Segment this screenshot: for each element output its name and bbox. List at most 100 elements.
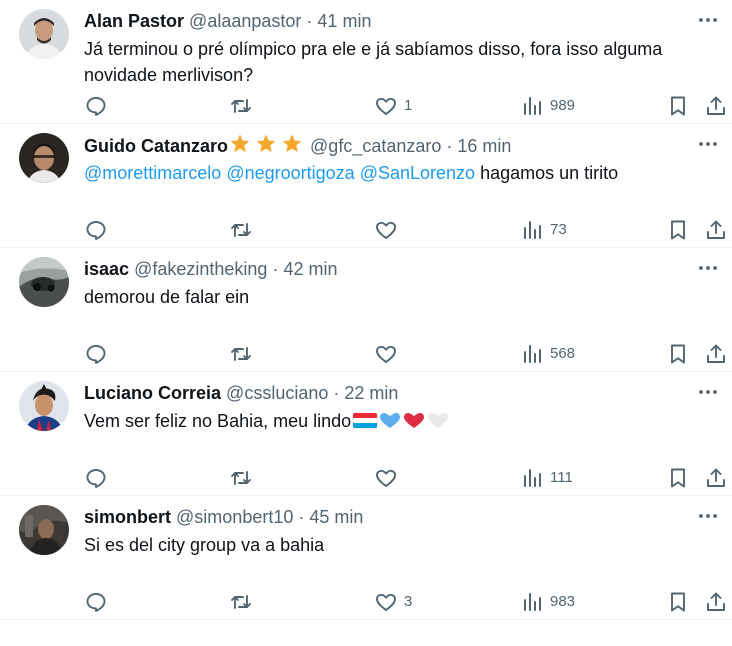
user-handle[interactable]: @gfc_catanzaro	[310, 136, 441, 156]
tweet-text-tail: hagamos un tirito	[480, 163, 619, 183]
like-button[interactable]: 3	[374, 589, 412, 615]
more-icon[interactable]	[696, 8, 720, 32]
reply-icon	[84, 590, 108, 614]
display-name[interactable]: Luciano Correia	[84, 383, 221, 403]
reply-icon	[84, 342, 108, 366]
user-handle[interactable]: @fakezintheking	[134, 259, 267, 279]
timestamp[interactable]: 42 min	[283, 259, 337, 279]
retweet-icon	[229, 94, 253, 118]
tweet[interactable]: Luciano Correia @cssluciano · 22 min Vem…	[0, 372, 732, 496]
tweet-header: simonbert @simonbert10 · 45 min	[84, 505, 672, 529]
share-button[interactable]	[704, 589, 728, 615]
views-button[interactable]: 568	[520, 341, 575, 367]
avatar[interactable]	[19, 505, 69, 555]
share-button[interactable]	[704, 93, 728, 119]
tweet-text: Já terminou o pré olímpico pra ele e já …	[84, 39, 663, 85]
bookmark-button[interactable]	[666, 341, 690, 367]
like-count: 3	[404, 593, 413, 610]
heart-icon	[374, 466, 398, 490]
avatar[interactable]	[19, 381, 69, 431]
like-count: 1	[404, 97, 413, 114]
bookmark-button[interactable]	[666, 93, 690, 119]
views-icon	[520, 466, 544, 490]
retweet-button[interactable]	[229, 465, 253, 491]
view-count: 983	[550, 593, 576, 610]
like-button[interactable]	[374, 465, 404, 491]
share-icon	[704, 342, 728, 366]
user-handle[interactable]: @simonbert10	[176, 507, 293, 527]
like-button[interactable]: 1	[374, 93, 412, 119]
retweet-button[interactable]	[229, 217, 253, 243]
timestamp[interactable]: 45 min	[309, 507, 363, 527]
share-icon	[704, 94, 728, 118]
views-icon	[520, 218, 544, 242]
share-button[interactable]	[704, 465, 728, 491]
avatar[interactable]	[19, 257, 69, 307]
share-icon	[704, 466, 728, 490]
bookmark-button[interactable]	[666, 465, 690, 491]
retweet-button[interactable]	[229, 589, 253, 615]
user-handle[interactable]: @alaanpastor	[189, 11, 301, 31]
reply-button[interactable]	[84, 93, 108, 119]
share-button[interactable]	[704, 341, 728, 367]
timestamp[interactable]: 16 min	[457, 136, 511, 156]
more-icon[interactable]	[696, 132, 720, 156]
heart-icon	[374, 94, 398, 118]
reply-button[interactable]	[84, 217, 108, 243]
views-icon	[520, 94, 544, 118]
views-button[interactable]: 983	[520, 589, 575, 615]
like-button[interactable]	[374, 341, 404, 367]
action-bar: 568	[0, 341, 732, 367]
action-bar: 1 989	[0, 93, 732, 119]
display-name[interactable]: isaac	[84, 259, 129, 279]
more-icon[interactable]	[696, 256, 720, 280]
reply-icon	[84, 218, 108, 242]
reply-button[interactable]	[84, 465, 108, 491]
bookmark-button[interactable]	[666, 589, 690, 615]
tweet-text: Vem ser feliz no Bahia, meu lindo	[84, 411, 352, 431]
views-button[interactable]: 989	[520, 93, 575, 119]
bookmark-button[interactable]	[666, 217, 690, 243]
separator: ·	[272, 259, 279, 279]
tweet-header: Guido Catanzaro @gfc_catanzaro · 16 min	[84, 133, 672, 157]
share-icon	[704, 218, 728, 242]
tweet-header: isaac @fakezintheking · 42 min	[84, 257, 672, 281]
star-badges	[229, 133, 303, 161]
bookmark-icon	[666, 590, 690, 614]
display-name[interactable]: simonbert	[84, 507, 171, 527]
tweet[interactable]: Guido Catanzaro @gfc_catanzaro · 16 min …	[0, 124, 732, 248]
views-icon	[520, 590, 544, 614]
retweet-button[interactable]	[229, 341, 253, 367]
mention-link[interactable]: @negroortigoza	[226, 163, 354, 183]
reply-button[interactable]	[84, 589, 108, 615]
timestamp[interactable]: 41 min	[317, 11, 371, 31]
avatar[interactable]	[19, 9, 69, 59]
more-icon[interactable]	[696, 504, 720, 528]
bookmark-icon	[666, 342, 690, 366]
user-handle[interactable]: @cssluciano	[226, 383, 328, 403]
bookmark-icon	[666, 466, 690, 490]
action-bar: 3 983	[0, 589, 732, 615]
timestamp[interactable]: 22 min	[344, 383, 398, 403]
tweet[interactable]: simonbert @simonbert10 · 45 min Si es de…	[0, 496, 732, 620]
reply-feed: Alan Pastor @alaanpastor · 41 min Já ter…	[0, 0, 732, 620]
views-button[interactable]: 73	[520, 217, 567, 243]
mention-link[interactable]: @morettimarcelo	[84, 163, 221, 183]
views-button[interactable]: 111	[520, 465, 573, 491]
tweet[interactable]: Alan Pastor @alaanpastor · 41 min Já ter…	[0, 0, 732, 124]
display-name[interactable]: Alan Pastor	[84, 11, 184, 31]
view-count: 73	[550, 221, 567, 238]
display-name[interactable]: Guido Catanzaro	[84, 136, 228, 156]
views-icon	[520, 342, 544, 366]
mention-link[interactable]: @SanLorenzo	[360, 163, 475, 183]
more-icon[interactable]	[696, 380, 720, 404]
tweet[interactable]: isaac @fakezintheking · 42 min demorou d…	[0, 248, 732, 372]
tweet-header: Alan Pastor @alaanpastor · 41 min	[84, 9, 672, 33]
heart-icon	[374, 342, 398, 366]
share-button[interactable]	[704, 217, 728, 243]
reply-button[interactable]	[84, 341, 108, 367]
avatar[interactable]	[19, 133, 69, 183]
retweet-button[interactable]	[229, 93, 253, 119]
like-button[interactable]	[374, 217, 404, 243]
share-icon	[704, 590, 728, 614]
